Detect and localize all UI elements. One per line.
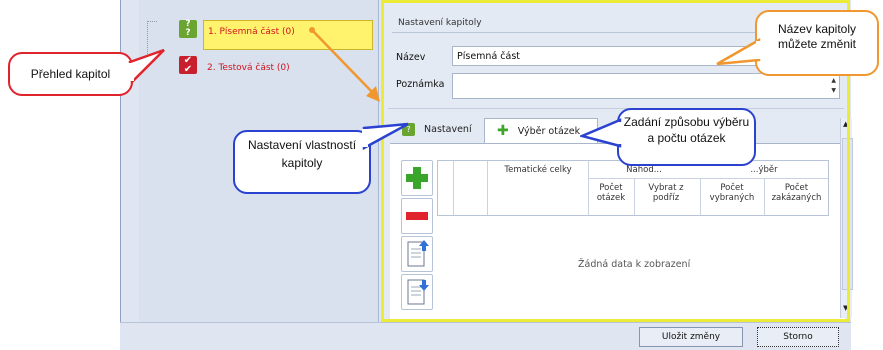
grid-divider [634,178,635,215]
grid-divider [588,178,828,179]
name-field-value: Písemná část [457,51,520,62]
plus-icon [406,167,428,189]
callout-nastaveni-vlastnosti: Nastavení vlastností kapitoly [233,130,371,194]
empty-grid-message: Žádná data k zobrazení [578,259,691,270]
column-pocet-zakazanych[interactable]: Počet zakázaných [765,183,828,203]
tab-label: Nastavení [424,124,472,135]
callout-text: Název kapitoly můžete změnit [777,22,857,51]
callout-pointer [580,118,624,148]
group-vyber: ...ýběr [750,165,778,175]
note-field[interactable]: ▲ ▼ [452,73,840,99]
cancel-button[interactable]: Storno [757,327,839,347]
move-down-button[interactable] [401,274,433,310]
plus-tab-icon: ✚ [497,123,509,139]
column-pocet-otazek[interactable]: Počet otázek [590,183,632,203]
name-label: Název [396,52,426,63]
note-spinner-icon[interactable]: ▲ ▼ [831,76,836,96]
minus-icon [406,212,428,220]
note-label: Poznámka [396,79,445,90]
tab-nastaveni[interactable]: ? Nastavení [402,118,486,142]
column-tematicke-celky[interactable]: Tematické celky [488,165,588,175]
vertical-scrollbar[interactable]: ▲ ▼ [840,118,853,318]
scroll-down-icon[interactable]: ▼ [843,304,848,312]
remove-button[interactable] [401,198,433,234]
callout-prehled-kapitol: Přehled kapitol [8,52,133,96]
pane-divider [388,108,844,109]
column-pocet-vybranych[interactable]: Počet vybraných [701,183,763,203]
callout-pointer [362,122,409,151]
move-up-button[interactable] [401,236,433,272]
add-button[interactable] [401,160,433,196]
document-arrow-up-icon [407,240,429,267]
callout-pointer [128,48,165,85]
scroll-up-icon[interactable]: ▲ [843,120,848,128]
footer-bar: Uložit změny Storno [120,322,851,350]
document-arrow-down-icon [407,279,429,305]
scroll-thumb[interactable] [842,138,853,290]
callout-text: Zadání způsobu výběru a počtu otázek [623,115,750,145]
save-button[interactable]: Uložit změny [639,327,743,347]
tree-item-label: 1. Písemná část (0) [208,27,295,37]
row-indicator-column [438,161,454,215]
callout-pointer [716,38,763,66]
group-nahodny: Náhod... [626,165,662,175]
callout-zadani-zpusobu: Zadání způsobu výběru a počtu otázek [617,108,756,166]
grid-column-empty [454,161,488,215]
question-chapter-icon: ?? [179,20,197,38]
callout-nazev-kapitoly: Název kapitoly můžete změnit [755,10,879,76]
callout-text: Nastavení vlastností kapitoly [247,138,357,170]
questions-grid[interactable]: Tematické celky Náhod... ...ýběr Počet o… [437,160,829,216]
tab-label: Výběr otázek [517,125,581,137]
column-vybrat-z-podriz[interactable]: Vybrat z podříz [636,183,696,203]
pointer-arrow [309,27,380,102]
checklist-chapter-icon: ✔ ✔ [179,56,197,75]
tree-item-testova[interactable]: 2. Testová část (0) [207,63,290,73]
tree-item-label: 2. Testová část (0) [207,63,290,73]
callout-text: Přehled kapitol [30,67,111,81]
settings-group-title: Nastavení kapitoly [398,18,482,28]
